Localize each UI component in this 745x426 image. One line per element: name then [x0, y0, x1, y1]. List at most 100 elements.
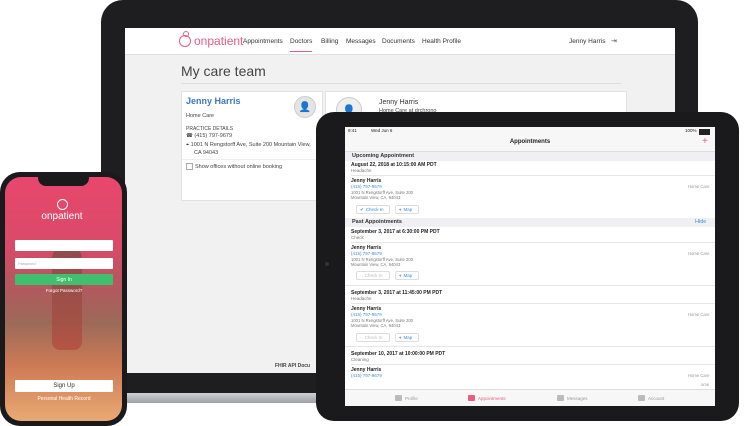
care-team-card[interactable]: Jenny Harris 👤 Home Care PRACTICE DETAIL… — [181, 91, 323, 201]
check-in-button[interactable]: ✔ Check In — [356, 205, 390, 214]
appointment-reason: Check — [351, 235, 364, 240]
row-divider — [351, 364, 715, 365]
person-icon — [395, 395, 402, 401]
row-divider — [351, 242, 715, 243]
email-field[interactable] — [15, 240, 113, 251]
provider-phone[interactable]: (415) 797-9679 — [351, 251, 382, 256]
provider-address-2: Mountain View, CA, 94043 — [351, 323, 401, 328]
nav-documents[interactable]: Documents — [382, 38, 415, 45]
tab-profile[interactable]: Profile — [395, 395, 418, 401]
fhir-api-docs-link[interactable]: FHIR API Docu — [275, 363, 310, 369]
past-section-header: Past Appointments Hide — [345, 218, 715, 227]
tab-account-label: Account — [648, 395, 665, 401]
provider-address-2: Mountain View, CA, 94043 — [351, 262, 401, 267]
brand-name: onpatient — [194, 34, 244, 48]
provider-phone[interactable]: (415) 797-9679 — [351, 184, 382, 189]
practice-type: Home Care — [688, 184, 710, 189]
provider-phone[interactable]: (415) 797-9679 — [351, 312, 382, 317]
tab-appointments[interactable]: Appointments — [468, 395, 506, 401]
practice-extra: ome — [701, 382, 710, 387]
map-pin-icon: ⌖ — [399, 335, 402, 340]
map-button[interactable]: ⌖ Map — [395, 333, 419, 342]
title-divider — [181, 83, 621, 84]
envelope-icon — [557, 395, 564, 401]
brand-logo[interactable]: onpatient — [179, 31, 244, 48]
map-pin-icon: ⌖ — [399, 273, 402, 278]
appointment-reason: Cleaning — [351, 357, 369, 362]
check-in-button[interactable]: ◌ Check In — [356, 333, 390, 342]
nav-messages[interactable]: Messages — [346, 38, 376, 45]
practice-type: Home Care — [688, 373, 710, 378]
map-pin-icon: ⌖ — [399, 207, 402, 212]
practice-details-heading: PRACTICE DETAILS — [186, 126, 234, 132]
onpatient-logo-icon — [179, 31, 191, 47]
tab-profile-label: Profile — [405, 395, 418, 401]
check-circle-icon: ◌ — [360, 273, 363, 278]
doctor-name[interactable]: Jenny Harris — [186, 96, 241, 106]
upcoming-section-header: Upcoming Appointment — [345, 152, 715, 161]
practice-type: Home Care — [688, 312, 710, 317]
screen-title: Appointments — [509, 139, 551, 145]
check-in-label: Check In — [364, 273, 383, 278]
status-date: Wed Jun 6 — [371, 128, 393, 133]
practice-phone[interactable]: (415) 797-9679 — [194, 133, 232, 139]
check-circle-icon: ◌ — [360, 335, 363, 340]
row-divider — [345, 285, 715, 286]
top-nav: onpatient Appointments Doctors Billing M… — [125, 28, 675, 55]
phone-brand-logo: onpatient — [30, 199, 94, 222]
onpatient-logo-icon — [56, 199, 68, 210]
password-field[interactable]: Password — [15, 258, 113, 269]
row-divider — [345, 346, 715, 347]
phone-brand-name: onpatient — [41, 211, 83, 222]
offline-offices-row: Show offices without online booking — [186, 163, 282, 170]
row-divider — [351, 175, 715, 176]
tab-messages[interactable]: Messages — [557, 395, 588, 401]
practice-address-line2: CA 94043 — [194, 150, 219, 156]
location-pin-icon: ⌖ — [186, 142, 190, 148]
phone-icon: ☎ — [186, 133, 193, 139]
sign-up-button[interactable]: Sign Up — [15, 380, 113, 392]
map-button[interactable]: ⌖ Map — [395, 205, 419, 214]
appointment-reason: Headache — [351, 168, 372, 173]
tab-account[interactable]: Account — [638, 395, 664, 401]
tablet-screen: 9:41 Wed Jun 6 100% Appointments + Upcom… — [345, 127, 715, 406]
card-divider — [182, 159, 322, 160]
tab-appointments-label: Appointments — [478, 395, 506, 401]
map-label: Map — [403, 335, 413, 340]
upcoming-heading: Upcoming Appointment — [352, 153, 415, 159]
status-time: 9:41 — [348, 128, 357, 133]
logout-icon[interactable]: ⇥ — [611, 37, 617, 45]
status-bar: 9:41 Wed Jun 6 100% — [345, 127, 715, 135]
phone-notch — [38, 177, 89, 186]
nav-appointments[interactable]: Appointments — [243, 38, 283, 45]
nav-user-name[interactable]: Jenny Harris — [569, 38, 605, 45]
map-label: Map — [403, 207, 413, 212]
hide-past-button[interactable]: Hide — [695, 219, 706, 225]
nav-health-profile[interactable]: Health Profile — [422, 38, 461, 45]
account-icon — [638, 395, 645, 401]
check-circle-icon: ✔ — [360, 206, 364, 212]
practice-address-line1: 1001 N Rengstorff Ave, Suite 200 Mountai… — [190, 142, 311, 148]
check-in-label: Check In — [365, 207, 384, 212]
show-offices-checkbox[interactable] — [186, 163, 193, 170]
sign-in-button[interactable]: Sign In — [15, 274, 113, 285]
forgot-password-link[interactable]: Forgot Password? — [15, 288, 113, 293]
doctor-avatar-icon: 👤 — [294, 96, 316, 118]
add-appointment-icon[interactable]: + — [702, 136, 708, 147]
map-label: Map — [403, 273, 413, 278]
practice-address-row: ⌖ 1001 N Rengstorff Ave, Suite 200 Mount… — [186, 142, 320, 149]
check-in-button[interactable]: ◌ Check In — [356, 271, 390, 280]
nav-header: Appointments + — [345, 135, 715, 152]
doctor-name-2[interactable]: Jenny Harris — [379, 99, 418, 106]
map-button[interactable]: ⌖ Map — [395, 271, 419, 280]
past-heading: Past Appointments — [352, 219, 402, 225]
page-title: My care team — [181, 63, 266, 79]
nav-billing[interactable]: Billing — [321, 38, 338, 45]
provider-phone[interactable]: (415) 797-9679 — [351, 373, 382, 378]
provider-address-2: Mountain View, CA, 94043 — [351, 195, 401, 200]
nav-doctors[interactable]: Doctors — [290, 38, 313, 52]
appointment-reason: Headache — [351, 296, 372, 301]
practice-type: Home Care — [186, 113, 215, 119]
tablet-camera — [325, 262, 329, 266]
check-in-label: Check In — [364, 335, 383, 340]
